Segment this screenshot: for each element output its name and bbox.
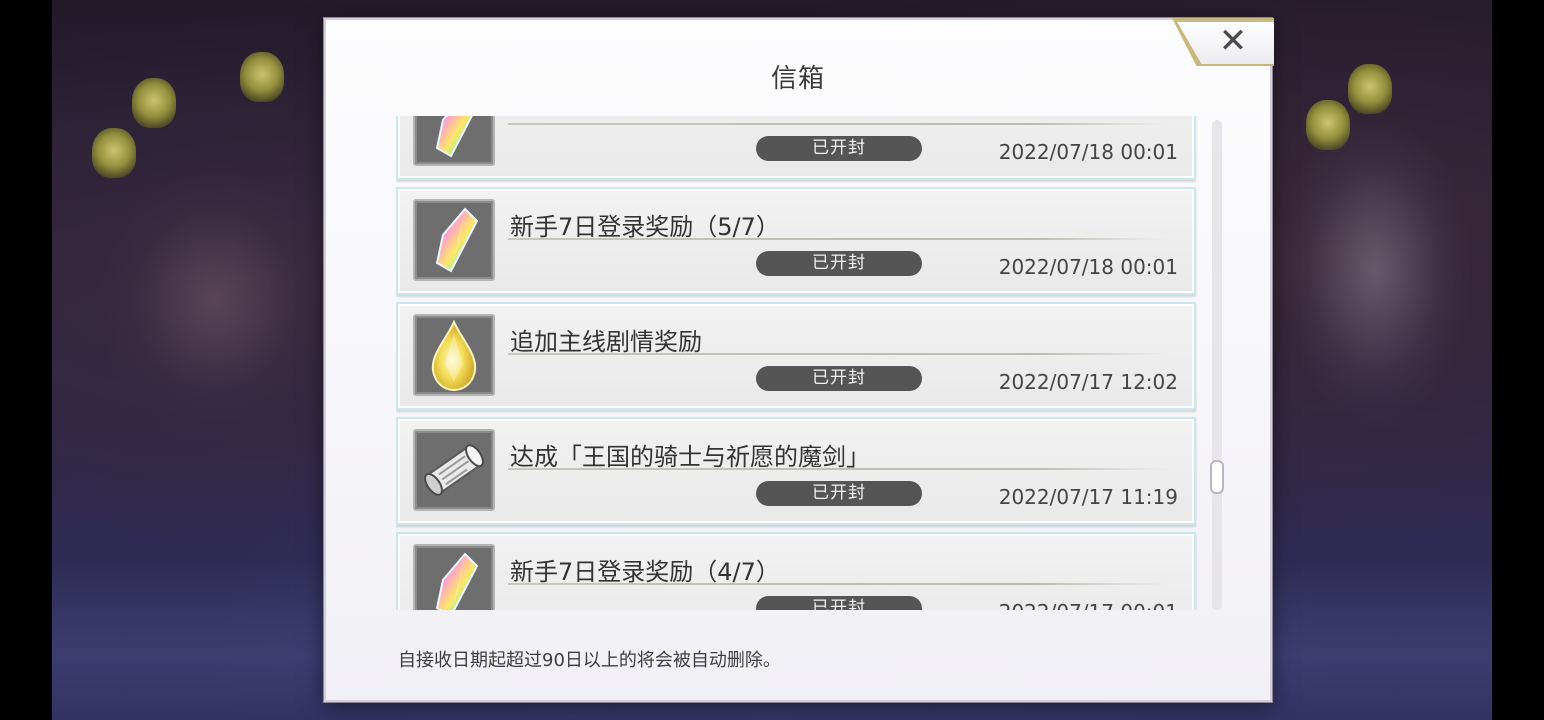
mail-item[interactable]: 新手7日登录奖励（4/7） 已开封 2022/07/17 00:01: [396, 532, 1196, 610]
mail-date: 2022/07/17 12:02: [998, 370, 1178, 394]
mail-title: 新手7日登录奖励（4/7）: [510, 558, 780, 586]
lantern-decoration: [132, 78, 176, 128]
mail-item[interactable]: 达成「王国的骑士与祈愿的魔剑」 已开封 2022/07/17 11:19: [396, 417, 1196, 525]
item-icon-frame: [413, 199, 495, 281]
rainbow-crystal-icon: [435, 552, 479, 610]
mail-item[interactable]: 已开封 2022/07/18 00:01: [396, 116, 1196, 180]
rainbow-crystal-icon: [435, 207, 479, 273]
lantern-decoration: [1348, 64, 1392, 114]
mail-date: 2022/07/17 11:19: [998, 485, 1178, 509]
mail-title: 达成「王国的骑士与祈愿的魔剑」: [510, 443, 870, 471]
divider: [508, 468, 1168, 470]
mail-item[interactable]: 追加主线剧情奖励 已开封 2022/07/17 12:02: [396, 302, 1196, 410]
auto-delete-note: 自接收日期起超过90日以上的将会被自动删除。: [398, 650, 781, 671]
scrollbar-thumb[interactable]: [1210, 460, 1224, 494]
snowy-tree-decoration: [1280, 120, 1470, 420]
rainbow-crystal-icon: [435, 116, 473, 158]
mail-title: 追加主线剧情奖励: [510, 328, 702, 356]
dialog-title: 信箱: [770, 64, 825, 94]
status-badge: 已开封: [756, 596, 922, 610]
mail-item[interactable]: 新手7日登录奖励（5/7） 已开封 2022/07/18 00:01: [396, 187, 1196, 295]
mail-date: 2022/07/18 00:01: [998, 140, 1178, 164]
golden-gem-icon: [431, 319, 477, 392]
status-badge: 已开封: [756, 366, 922, 391]
letterbox-right: [1492, 0, 1544, 720]
divider: [508, 238, 1168, 240]
mail-date: 2022/07/18 00:01: [998, 255, 1178, 279]
lantern-decoration: [240, 52, 284, 102]
status-badge: 已开封: [756, 136, 922, 161]
status-badge: 已开封: [756, 481, 922, 506]
item-icon-frame: [413, 429, 495, 511]
scrollbar-track[interactable]: [1212, 120, 1222, 610]
scroll-icon: [424, 444, 484, 496]
item-icon-frame: [413, 544, 495, 610]
mail-title: 新手7日登录奖励（5/7）: [510, 213, 780, 241]
mail-list-viewport[interactable]: 已开封 2022/07/18 00:01 新手7日登录奖励（5/7） 已开封 2…: [396, 116, 1200, 610]
status-badge: 已开封: [756, 251, 922, 276]
item-icon-frame: [413, 116, 495, 166]
snowy-tree-decoration: [100, 170, 330, 430]
divider: [508, 353, 1168, 355]
item-icon-frame: [413, 314, 495, 396]
close-icon[interactable]: ✕: [1216, 24, 1250, 58]
mail-list: 已开封 2022/07/18 00:01 新手7日登录奖励（5/7） 已开封 2…: [396, 116, 1200, 610]
letterbox-left: [0, 0, 52, 720]
divider: [508, 123, 1168, 125]
mail-date: 2022/07/17 00:01: [999, 600, 1178, 610]
divider: [508, 583, 1168, 585]
